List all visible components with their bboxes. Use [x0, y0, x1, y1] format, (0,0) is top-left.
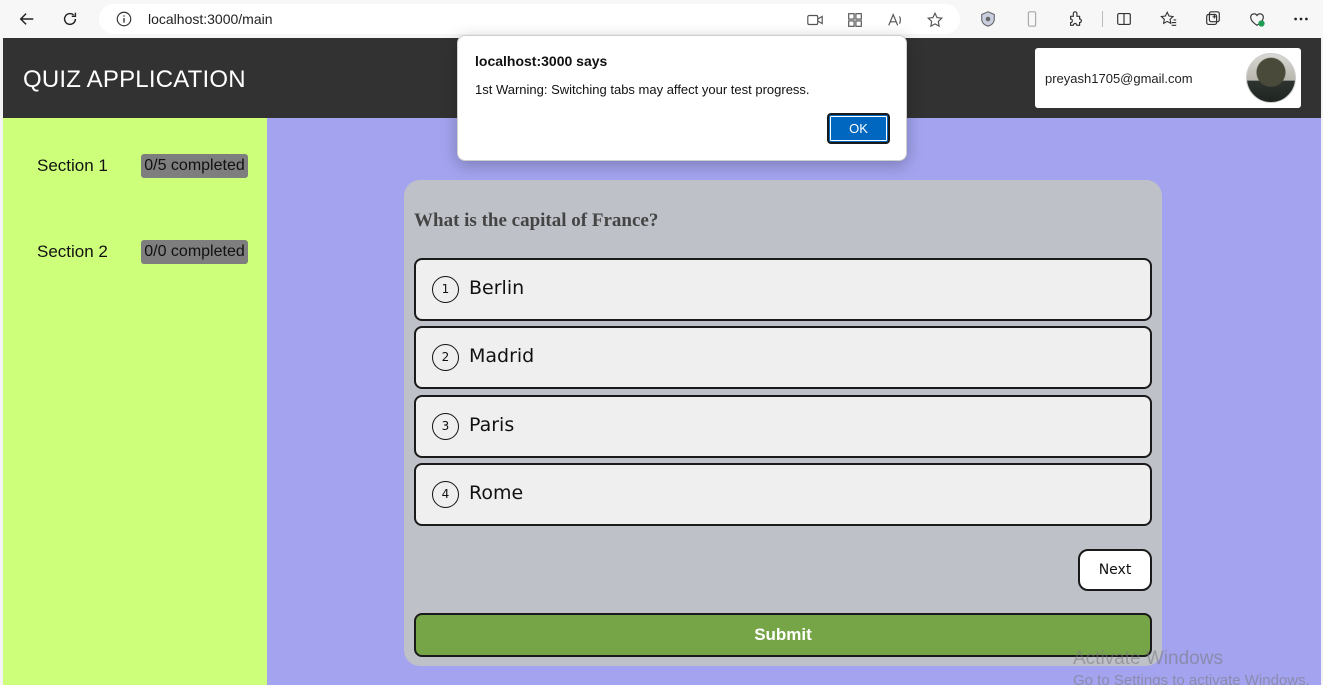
address-bar[interactable]: localhost:3000/main	[99, 4, 960, 34]
collections-icon[interactable]	[1203, 9, 1223, 29]
dialog-message: 1st Warning: Switching tabs may affect y…	[475, 82, 810, 97]
option-madrid[interactable]: 2 Madrid	[414, 326, 1152, 389]
watermark-subtitle: Go to Settings to activate Windows.	[1073, 672, 1310, 685]
watermark-title: Activate Windows	[1073, 648, 1223, 669]
extensions-icon[interactable]	[1066, 9, 1086, 29]
option-rome[interactable]: 4 Rome	[414, 463, 1152, 526]
option-label: Madrid	[469, 345, 535, 367]
submit-button[interactable]: Submit	[414, 613, 1152, 657]
toolbar-divider	[1102, 11, 1103, 27]
more-icon[interactable]	[1291, 9, 1311, 29]
activate-windows-watermark: Activate Windows Go to Settings to activ…	[1073, 648, 1310, 685]
section-status-badge: 0/0 completed	[141, 240, 248, 264]
next-button[interactable]: Next	[1078, 549, 1152, 591]
phone-icon[interactable]	[1022, 9, 1042, 29]
sidebar: Section 1 0/5 completed Section 2 0/0 co…	[3, 118, 267, 685]
option-label: Rome	[469, 482, 524, 504]
dialog-title: localhost:3000 says	[475, 53, 608, 69]
option-paris[interactable]: 3 Paris	[414, 395, 1152, 458]
avatar[interactable]	[1246, 53, 1296, 103]
option-number: 2	[432, 344, 459, 371]
favorites-icon[interactable]	[1159, 9, 1179, 29]
site-info-icon[interactable]	[115, 10, 133, 28]
option-label: Paris	[469, 414, 515, 436]
health-icon[interactable]	[1247, 9, 1267, 29]
quiz-card: What is the capital of France? 1 Berlin …	[404, 180, 1162, 666]
section-status-badge: 0/5 completed	[141, 154, 248, 178]
ok-button[interactable]: OK	[827, 113, 890, 144]
url-text[interactable]: localhost:3000/main	[148, 11, 273, 27]
user-card[interactable]: preyash1705@gmail.com	[1035, 48, 1301, 108]
option-label: Berlin	[469, 277, 525, 299]
shield-icon[interactable]	[978, 9, 998, 29]
video-icon[interactable]	[805, 10, 825, 30]
sidebar-item-section-2[interactable]: Section 2 0/0 completed	[37, 240, 249, 264]
apps-icon[interactable]	[845, 10, 865, 30]
split-screen-icon[interactable]	[1114, 9, 1134, 29]
question-text: What is the capital of France?	[414, 210, 659, 231]
read-aloud-icon[interactable]	[885, 10, 905, 30]
option-berlin[interactable]: 1 Berlin	[414, 258, 1152, 321]
option-number: 1	[432, 276, 459, 303]
favorite-star-icon[interactable]	[925, 10, 945, 30]
refresh-icon[interactable]	[57, 7, 83, 31]
alert-dialog: localhost:3000 says 1st Warning: Switchi…	[457, 35, 907, 161]
section-label: Section 2	[37, 242, 108, 261]
section-label: Section 1	[37, 156, 108, 175]
back-icon[interactable]	[14, 7, 40, 31]
browser-toolbar: localhost:3000/main	[0, 0, 1323, 38]
sidebar-item-section-1[interactable]: Section 1 0/5 completed	[37, 154, 249, 178]
app-title: QUIZ APPLICATION	[23, 66, 246, 93]
option-number: 3	[432, 413, 459, 440]
user-email: preyash1705@gmail.com	[1045, 71, 1193, 86]
option-number: 4	[432, 481, 459, 508]
